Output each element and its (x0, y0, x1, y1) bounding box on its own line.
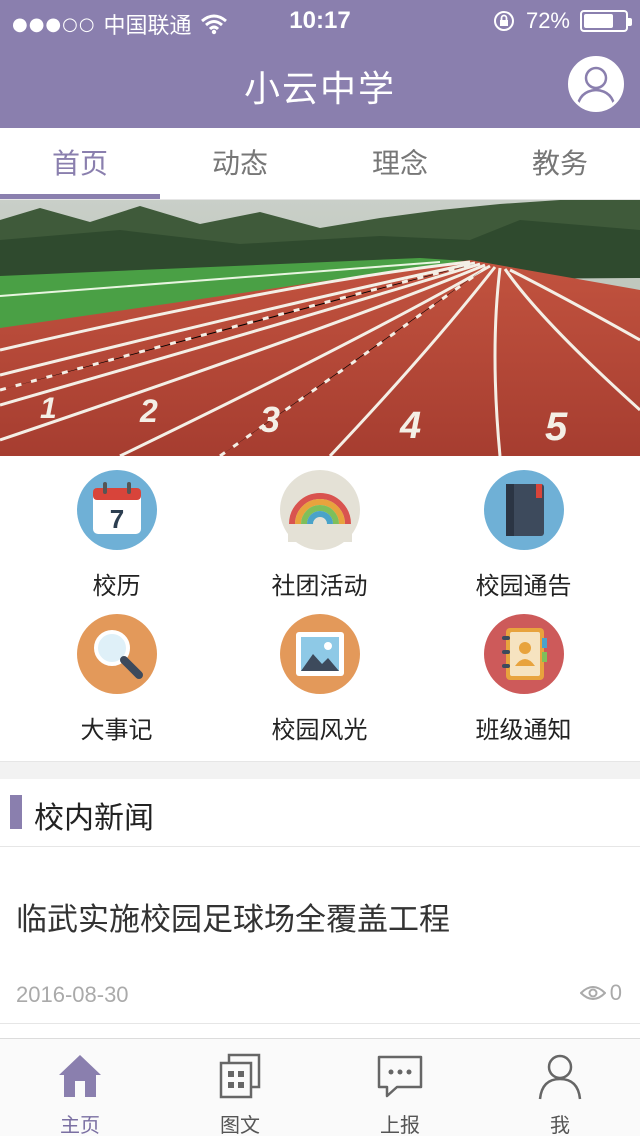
calendar-icon: 7 (76, 470, 157, 550)
news-section-title: 校内新闻 (34, 801, 154, 836)
home-icon (59, 1055, 101, 1097)
user-avatar-icon[interactable] (568, 56, 624, 112)
tab-home[interactable]: 首页 (0, 128, 160, 199)
page-title: 小云中学 (243, 69, 396, 110)
quick-link-label: 大事记 (80, 716, 153, 744)
news-headline: 临武实施校园足球场全覆盖工程 (16, 902, 450, 938)
picture-icon (279, 614, 360, 694)
app-header: ●●●○○ 中国联通 10:17 72% 小云中学 (0, 0, 640, 128)
contacts-book-icon (483, 614, 564, 694)
lane-number-2: 2 (139, 393, 158, 429)
nav-home[interactable]: 主页 (0, 1039, 160, 1136)
tab-news[interactable]: 动态 (160, 128, 320, 199)
bottom-tab-bar: 主页 图文 上报 我 (0, 1038, 640, 1136)
nav-label: 上报 (380, 1113, 420, 1136)
tab-philosophy[interactable]: 理念 (320, 128, 480, 199)
notebook-icon (483, 470, 564, 550)
running-track-image: 1 2 3 4 5 (0, 200, 640, 456)
nav-label: 我 (550, 1113, 570, 1136)
nav-report[interactable]: 上报 (320, 1039, 480, 1136)
lane-number-5: 5 (545, 405, 568, 449)
gallery-icon (219, 1053, 261, 1099)
quick-link-class-notices[interactable]: 班级通知 (417, 614, 630, 745)
quick-links-grid: 7 校历 社团活动 校园通告 大事记 校园风光 班级通知 (0, 456, 640, 761)
eye-icon (579, 986, 606, 1000)
rainbow-icon (279, 470, 360, 550)
status-bar: ●●●○○ 中国联通 10:17 72% (0, 0, 640, 40)
magnifier-icon (76, 614, 157, 694)
battery-percent: 72% (525, 8, 570, 33)
person-icon (538, 1054, 582, 1100)
rotation-lock-icon (493, 11, 514, 31)
calendar-day: 7 (109, 504, 123, 534)
quick-link-label: 校历 (92, 572, 141, 600)
lane-number-3: 3 (260, 399, 280, 440)
news-section-header: 校内新闻 (0, 779, 640, 847)
quick-link-label: 校园风光 (271, 716, 368, 744)
lane-number-1: 1 (40, 392, 57, 425)
hero-banner[interactable]: 1 2 3 4 5 (0, 200, 640, 456)
status-right: 72% (492, 8, 632, 34)
quick-link-label: 社团活动 (271, 572, 368, 600)
section-divider (0, 761, 640, 779)
tab-academics[interactable]: 教务 (480, 128, 640, 199)
quick-link-clubs[interactable]: 社团活动 (213, 470, 426, 601)
nav-label: 主页 (60, 1113, 100, 1136)
battery-icon (580, 10, 632, 32)
nav-gallery[interactable]: 图文 (160, 1039, 320, 1136)
quick-link-milestones[interactable]: 大事记 (10, 614, 223, 745)
quick-link-label: 班级通知 (475, 716, 572, 744)
quick-link-label: 校园通告 (475, 572, 572, 600)
news-date: 2016-08-30 (16, 982, 129, 1007)
battery-fill (584, 14, 613, 28)
nav-label: 图文 (220, 1113, 260, 1136)
quick-link-notices[interactable]: 校园通告 (417, 470, 630, 601)
quick-link-scenery[interactable]: 校园风光 (213, 614, 426, 745)
lane-number-4: 4 (399, 405, 421, 447)
view-count: 0 (609, 980, 622, 1005)
chat-icon (377, 1055, 423, 1098)
news-list-item[interactable]: 临武实施校园足球场全覆盖工程 2016-08-30 0 (0, 848, 640, 1024)
section-accent-bar (10, 795, 22, 829)
nav-me[interactable]: 我 (480, 1039, 640, 1136)
news-views: 0 (579, 980, 622, 1006)
quick-link-calendar[interactable]: 7 校历 (10, 470, 223, 601)
top-tab-bar: 首页 动态 理念 教务 (0, 128, 640, 200)
